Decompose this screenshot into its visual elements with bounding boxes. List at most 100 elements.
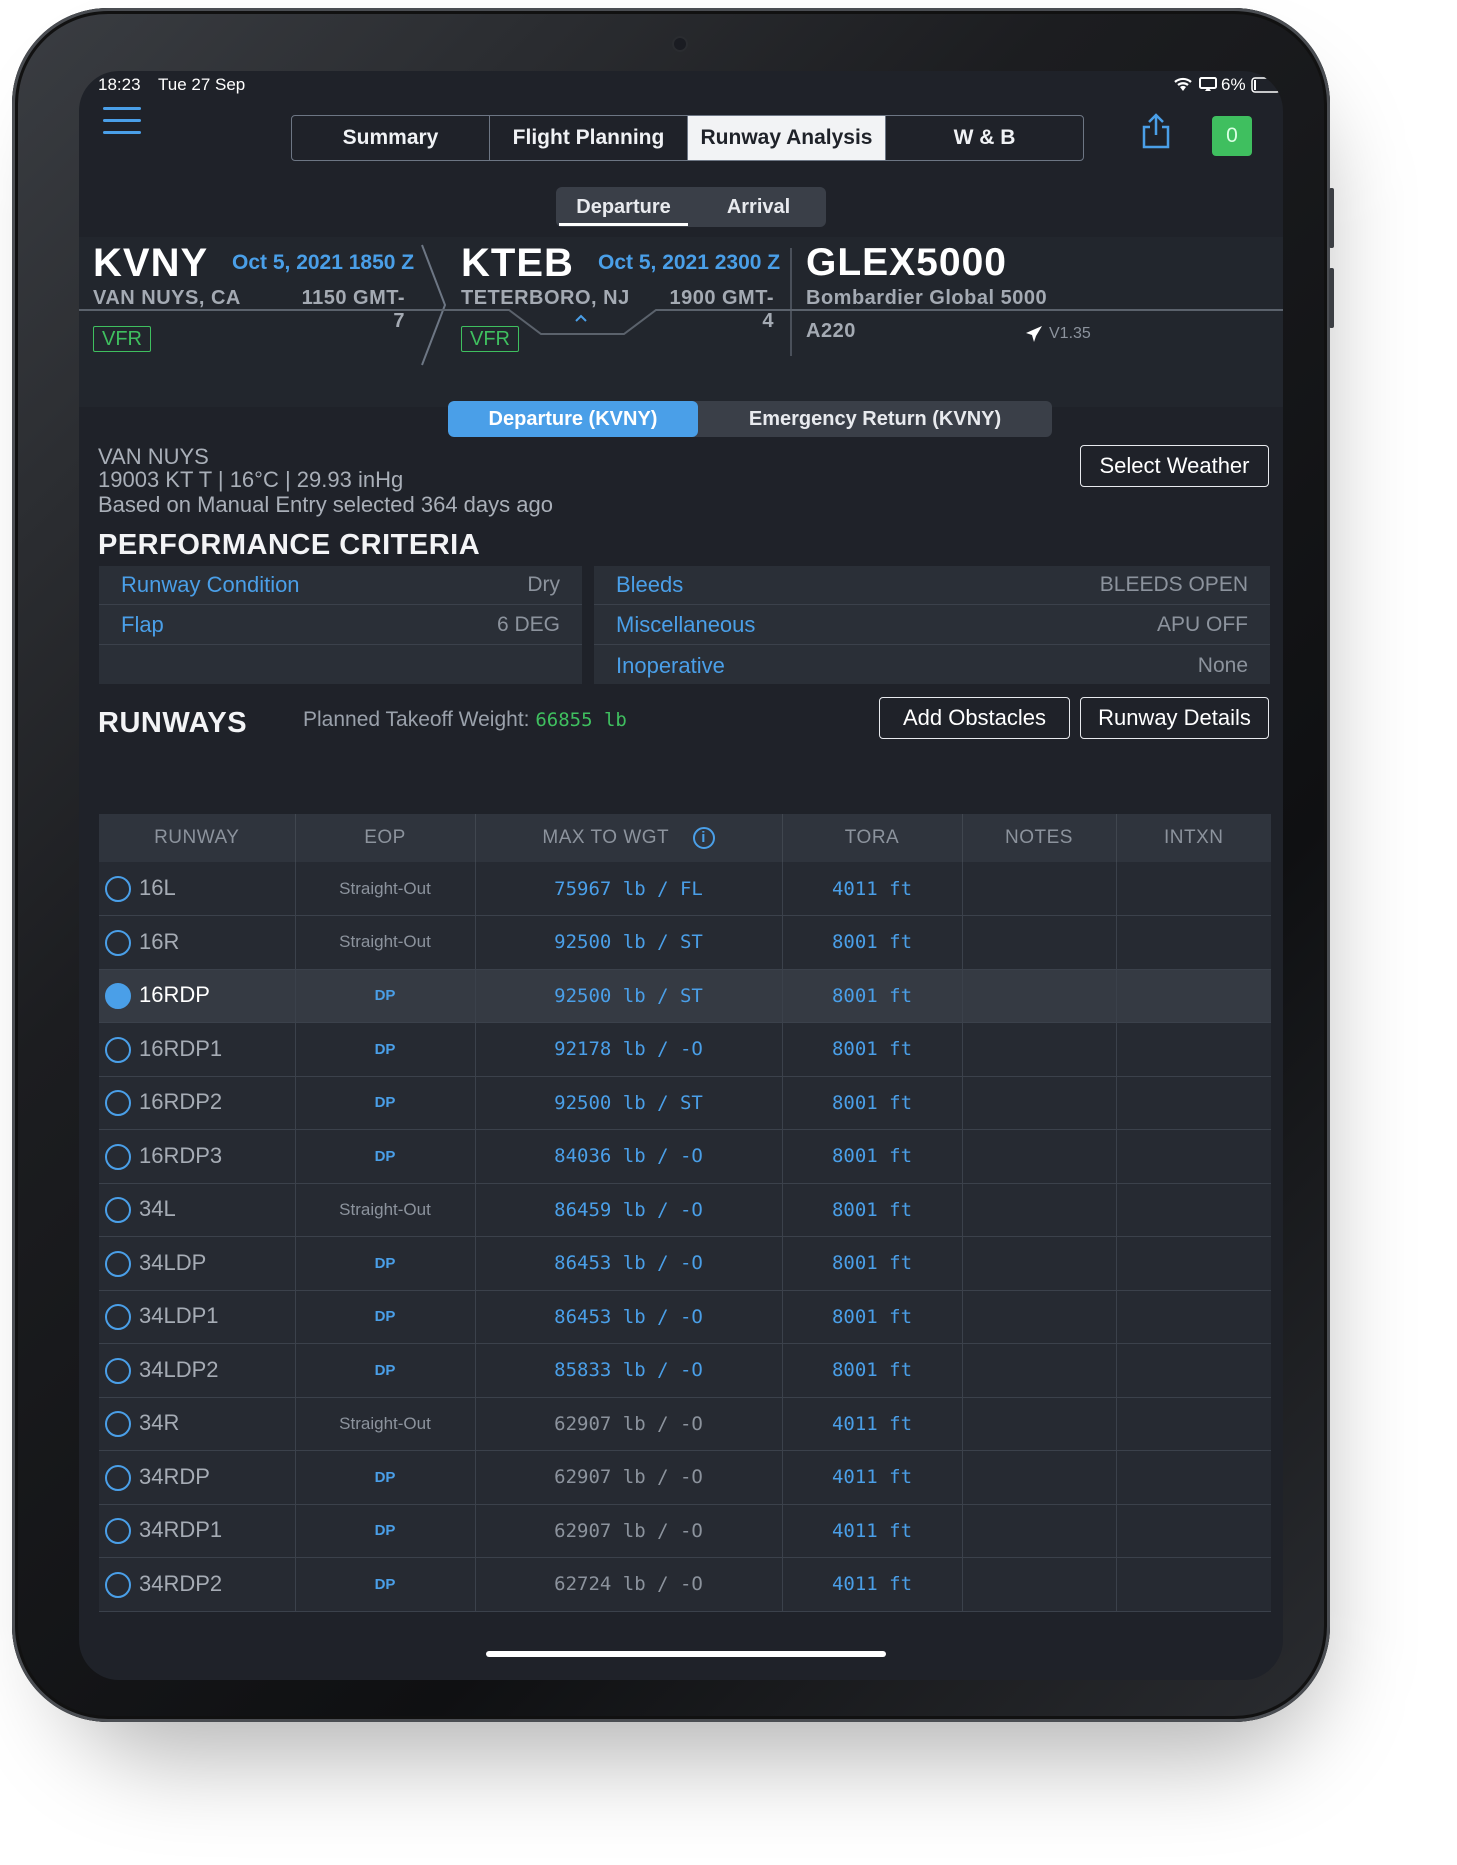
radio-button[interactable]	[105, 1250, 131, 1277]
inoperative-row[interactable]: Inoperative None	[594, 646, 1270, 685]
tab-arrival[interactable]: Arrival	[691, 187, 826, 227]
max-to-wgt-cell: 62907 lb / -O	[475, 1504, 783, 1558]
runway-cell[interactable]: 34LDP2	[99, 1343, 296, 1398]
runway-cell[interactable]: 34L	[99, 1183, 296, 1237]
max-to-wgt-cell: 75967 lb / FL	[475, 862, 783, 916]
eop-cell: DP	[295, 1557, 476, 1612]
col-intxn[interactable]: INTXN	[1116, 814, 1271, 862]
max-to-wgt-cell: 85833 lb / -O	[475, 1343, 783, 1398]
table-row[interactable]: 34R Straight-Out 62907 lb / -O 4011 ft	[99, 1397, 1271, 1451]
eop-cell: DP	[295, 1504, 476, 1558]
tab-emergency-return[interactable]: Emergency Return (KVNY)	[698, 401, 1052, 437]
table-row[interactable]: 34RDP2 DP 62724 lb / -O 4011 ft	[99, 1557, 1271, 1612]
tab-runway-analysis[interactable]: Runway Analysis	[688, 116, 886, 160]
add-obstacles-button[interactable]: Add Obstacles	[879, 697, 1070, 739]
bleeds-row[interactable]: Bleeds BLEEDS OPEN	[594, 566, 1270, 605]
share-icon[interactable]	[1141, 113, 1171, 154]
table-row[interactable]: 16RDP DP 92500 lb / ST 8001 ft	[99, 969, 1271, 1023]
runway-cell[interactable]: 34LDP1	[99, 1290, 296, 1344]
runway-cell[interactable]: 16L	[99, 862, 296, 916]
radio-button[interactable]	[105, 1143, 131, 1170]
radio-button[interactable]	[105, 1197, 131, 1224]
radio-button[interactable]	[105, 983, 131, 1010]
runway-cell[interactable]: 34R	[99, 1397, 296, 1451]
performance-right-panel: Bleeds BLEEDS OPEN Miscellaneous APU OFF…	[594, 566, 1270, 684]
collapse-notch[interactable]	[79, 304, 1283, 349]
tab-departure[interactable]: Departure	[556, 187, 691, 227]
tora-cell: 4011 ft	[782, 1504, 963, 1558]
radio-button[interactable]	[105, 1518, 131, 1545]
table-row[interactable]: 34L Straight-Out 86459 lb / -O 8001 ft	[99, 1183, 1271, 1237]
table-row[interactable]: 16RDP3 DP 84036 lb / -O 8001 ft	[99, 1129, 1271, 1184]
hamburger-menu-icon[interactable]	[103, 107, 141, 143]
runway-cell[interactable]: 16RDP2	[99, 1076, 296, 1130]
tora-cell: 8001 ft	[782, 1183, 963, 1237]
runway-cell[interactable]: 34LDP	[99, 1236, 296, 1291]
status-time: 18:23	[98, 75, 141, 94]
notes-cell	[962, 1504, 1117, 1558]
tab-weight-balance[interactable]: W & B	[886, 116, 1083, 160]
radio-button[interactable]	[105, 1411, 131, 1438]
radio-button[interactable]	[105, 1571, 131, 1598]
intxn-cell	[1116, 1557, 1271, 1612]
runway-cell[interactable]: 34RDP2	[99, 1557, 296, 1612]
table-row[interactable]: 16RDP2 DP 92500 lb / ST 8001 ft	[99, 1076, 1271, 1130]
tab-summary[interactable]: Summary	[292, 116, 490, 160]
tab-flight-planning[interactable]: Flight Planning	[490, 116, 688, 160]
tora-cell: 4011 ft	[782, 862, 963, 916]
intxn-cell	[1116, 1397, 1271, 1451]
intxn-cell	[1116, 1236, 1271, 1291]
intxn-cell	[1116, 915, 1271, 970]
wifi-icon	[1172, 75, 1194, 98]
tab-departure-kvny[interactable]: Departure (KVNY)	[448, 401, 698, 437]
radio-button[interactable]	[105, 1464, 131, 1491]
flap-row[interactable]: Flap 6 DEG	[99, 606, 582, 645]
runway-cell[interactable]: 16RDP	[99, 969, 296, 1023]
radio-button[interactable]	[105, 876, 131, 903]
runway-id: 16RDP1	[139, 1035, 223, 1061]
radio-button[interactable]	[105, 929, 131, 956]
flap-value: 6 DEG	[496, 613, 560, 636]
info-icon[interactable]: i	[692, 826, 715, 849]
notes-cell	[962, 1022, 1117, 1077]
table-row[interactable]: 34RDP DP 62907 lb / -O 4011 ft	[99, 1450, 1271, 1505]
table-row[interactable]: 34RDP1 DP 62907 lb / -O 4011 ft	[99, 1504, 1271, 1558]
eop-cell: Straight-Out	[295, 1183, 476, 1237]
runway-cell[interactable]: 16RDP1	[99, 1022, 296, 1077]
home-indicator[interactable]	[486, 1651, 886, 1657]
col-eop[interactable]: EOP	[295, 814, 476, 862]
runway-cell[interactable]: 16R	[99, 915, 296, 970]
battery-percent: 6%	[1221, 75, 1246, 94]
runway-cell[interactable]: 34RDP	[99, 1450, 296, 1505]
runway-condition-value: Dry	[527, 573, 560, 596]
radio-button[interactable]	[105, 1357, 131, 1384]
analysis-tabs: Departure (KVNY) Emergency Return (KVNY)	[448, 401, 1052, 437]
radio-button[interactable]	[105, 1090, 131, 1117]
eop-cell: Straight-Out	[295, 1397, 476, 1451]
table-row[interactable]: 34LDP DP 86453 lb / -O 8001 ft	[99, 1236, 1271, 1291]
aircraft-id: GLEX5000	[806, 241, 1007, 284]
col-notes[interactable]: NOTES	[962, 814, 1117, 862]
tora-cell: 8001 ft	[782, 1129, 963, 1184]
table-row[interactable]: 16L Straight-Out 75967 lb / FL 4011 ft	[99, 862, 1271, 916]
notes-cell	[962, 1343, 1117, 1398]
select-weather-button[interactable]: Select Weather	[1080, 445, 1269, 487]
notification-badge[interactable]: 0	[1212, 116, 1252, 156]
table-row[interactable]: 34LDP2 DP 85833 lb / -O 8001 ft	[99, 1343, 1271, 1398]
radio-button[interactable]	[105, 1036, 131, 1063]
runway-details-button[interactable]: Runway Details	[1080, 697, 1269, 739]
runway-cell[interactable]: 16RDP3	[99, 1129, 296, 1184]
table-row[interactable]: 16RDP1 DP 92178 lb / -O 8001 ft	[99, 1022, 1271, 1077]
col-max-to-wgt[interactable]: MAX TO WGT i	[475, 814, 783, 862]
radio-button[interactable]	[105, 1304, 131, 1331]
runway-condition-row[interactable]: Runway Condition Dry	[99, 566, 582, 605]
weather-source: Based on Manual Entry selected 364 days …	[98, 492, 553, 517]
col-tora[interactable]: TORA	[782, 814, 963, 862]
col-runway[interactable]: RUNWAY	[99, 814, 296, 862]
miscellaneous-row[interactable]: Miscellaneous APU OFF	[594, 606, 1270, 645]
notes-cell	[962, 1129, 1117, 1184]
table-row[interactable]: 34LDP1 DP 86453 lb / -O 8001 ft	[99, 1290, 1271, 1344]
table-row[interactable]: 16R Straight-Out 92500 lb / ST 8001 ft	[99, 915, 1271, 970]
tora-cell: 4011 ft	[782, 1397, 963, 1451]
runway-cell[interactable]: 34RDP1	[99, 1504, 296, 1558]
